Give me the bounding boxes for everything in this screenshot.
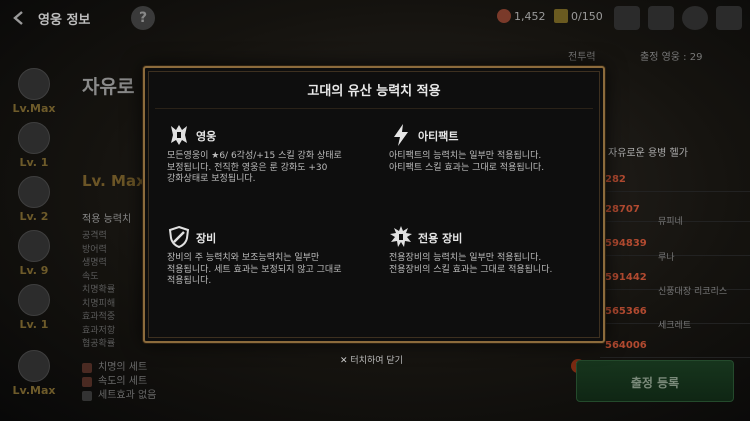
stat-name: 치명피해 [82,298,116,309]
hero-power: 591442 [605,272,647,283]
hero-name: 자유로 [82,76,135,98]
exclusive-gear-icon [390,226,412,247]
hero-list-item[interactable]: 282 [600,166,750,192]
hero-list-item[interactable]: 591442 신풍대장 리코리스 [600,264,750,297]
set-label: 치명의 세트 [98,362,148,373]
hero-list-item[interactable]: 28707 뮤피네 [600,196,750,227]
hero-power: 564006 [605,340,647,351]
stat-name: 속도 [82,271,99,282]
stat-name: 치명확률 [82,285,116,295]
hero-list-item[interactable]: 564006 [600,332,750,358]
stat-name: 공격력 [82,231,107,241]
tab-level: Lv. 2 [19,210,49,223]
gold-icon [497,9,511,23]
sort-filter[interactable]: 전투력 [568,48,596,63]
relic-icon [18,350,50,382]
pet-icon [18,284,50,316]
help-button[interactable]: ? [131,6,155,30]
set-label: 속도의 세트 [98,376,148,387]
armor-icon [18,122,50,154]
stat-list: 공격력 방어력 생명력 속도 치명확률 치명피해 효과적중 효과저항 협공확률 [82,230,115,352]
lightning-icon [394,124,408,146]
inventory-count: 0/150 [571,10,603,23]
register-deploy-button[interactable]: 출정 등록 [576,360,734,402]
stat-name: 효과적중 [82,312,116,322]
set-item: 속도의 세트 [82,375,156,389]
stat-name: 생명력 [82,258,107,268]
tab-armor[interactable]: Lv. 1 [12,122,56,169]
stats-icon [18,68,50,100]
hero-name: 루나 [658,253,675,263]
hero-power: 282 [605,174,626,185]
hero-power: 28707 [605,204,640,215]
close-hint-label: 터치하여 닫기 [350,356,403,366]
stat-name: 방어력 [82,244,107,255]
mail-icon[interactable] [648,6,674,30]
stat-name: 효과저항 [82,325,116,336]
register-button-label: 출정 등록 [630,376,680,390]
deploy-count: 출정 영웅 : 29 [640,52,703,63]
helmet-icon [18,176,50,208]
close-icon: ✕ [340,356,348,366]
menu-icon[interactable] [716,6,742,30]
hero-name: 신풍대장 리코리스 [658,287,728,297]
shop-icon[interactable] [614,6,640,30]
exclusive-description: 전용장비의 능력치는 일부만 적용됩니다. 전용장비의 스킬 효과는 그대로 적… [389,253,553,275]
tab-level: Lv.Max [12,384,56,397]
tab-level: Lv.Max [12,102,56,115]
tab-level: Lv. 9 [19,264,49,277]
set-item: 치명의 세트 [82,361,156,375]
artifact-block: 아티팩트 아티팩트의 능력치는 일부만 적용됩니다. 아티팩트 스킬 효과는 그… [389,123,599,174]
tab-helmet[interactable]: Lv. 2 [12,176,56,223]
hero-description: 모든영웅이 ★6/ 6각성/+15 스킬 강화 상태로 보정됩니다. 전직한 영… [167,151,342,184]
set-icon [82,377,92,387]
equipment-label: 장비 [196,232,217,245]
set-item: 세트효과 없음 [82,389,156,403]
stat-name: 협공확률 [82,339,116,349]
tab-stats[interactable]: Lv.Max [12,68,56,115]
back-arrow-icon[interactable] [10,9,28,27]
artifact-description: 아티팩트의 능력치는 일부만 적용됩니다. 아티팩트 스킬 효과는 그대로 적용… [389,151,545,173]
inventory-icon [554,9,568,23]
tab-level: Lv. 1 [19,318,49,331]
ancient-heritage-modal: 고대의 유산 능력치 적용 영웅 모든영웅이 ★6/ 6각성/+15 스킬 강화… [143,66,605,343]
tab-pet[interactable]: Lv. 1 [12,284,56,331]
set-label: 세트효과 없음 [98,390,157,401]
artifact-label: 아티팩트 [418,130,459,143]
tab-relic[interactable]: Lv.Max [12,350,56,397]
hero-level: Lv. Max [82,172,146,190]
page-title: 영웅 정보 [38,13,91,28]
hero-power: 594839 [605,238,647,249]
hero-list-item[interactable]: 594839 루나 [600,230,750,263]
bow-icon [18,230,50,262]
ability-label: 적용 능력치 [82,214,132,225]
hero-icon [171,125,187,145]
hero-label: 영웅 [196,130,217,143]
hero-list-item[interactable]: 565366 세크레트 [600,298,750,331]
modal-divider [155,108,593,109]
exclusive-equipment-block: 전용 장비 전용장비의 능력치는 일부만 적용됩니다. 전용장비의 스킬 효과는… [389,225,599,276]
set-icon [82,363,92,373]
hero-name: 뮤피네 [658,217,683,227]
shield-icon [168,225,190,249]
tab-weapon[interactable]: Lv. 9 [12,230,56,277]
hero-tab-list: Lv.Max Lv. 1 Lv. 2 Lv. 9 Lv. 1 Lv.Max [0,60,70,421]
exclusive-label: 전용 장비 [418,232,463,245]
set-icon [82,391,92,401]
set-effect-list: 치명의 세트 속도의 세트 세트효과 없음 [82,361,156,403]
hero-power: 565366 [605,306,647,317]
hero-list-panel: 자유로운 용병 헬가 282 28707 뮤피네 594839 루나 59144… [600,140,750,358]
modal-title: 고대의 유산 능력치 적용 [307,84,441,99]
chat-icon[interactable] [682,6,708,30]
hero-name: 세크레트 [658,321,692,331]
gold-count: 1,452 [514,10,546,23]
hero-block: 영웅 모든영웅이 ★6/ 6각성/+15 스킬 강화 상태로 보정됩니다. 전직… [167,123,387,186]
equipment-block: 장비 장비의 주 능력치와 보조능력치는 일부만 적용됩니다. 세트 효과는 보… [167,225,387,288]
tab-level: Lv. 1 [19,156,49,169]
equipment-description: 장비의 주 능력치와 보조능력치는 일부만 적용됩니다. 세트 효과는 보정되지… [167,253,342,286]
top-bar: 영웅 정보 ? 1,452 0/150 [0,0,750,36]
selected-hero-title: 자유로운 용병 헬가 [608,148,688,159]
close-hint[interactable]: ✕ 터치하여 닫기 [340,353,403,366]
